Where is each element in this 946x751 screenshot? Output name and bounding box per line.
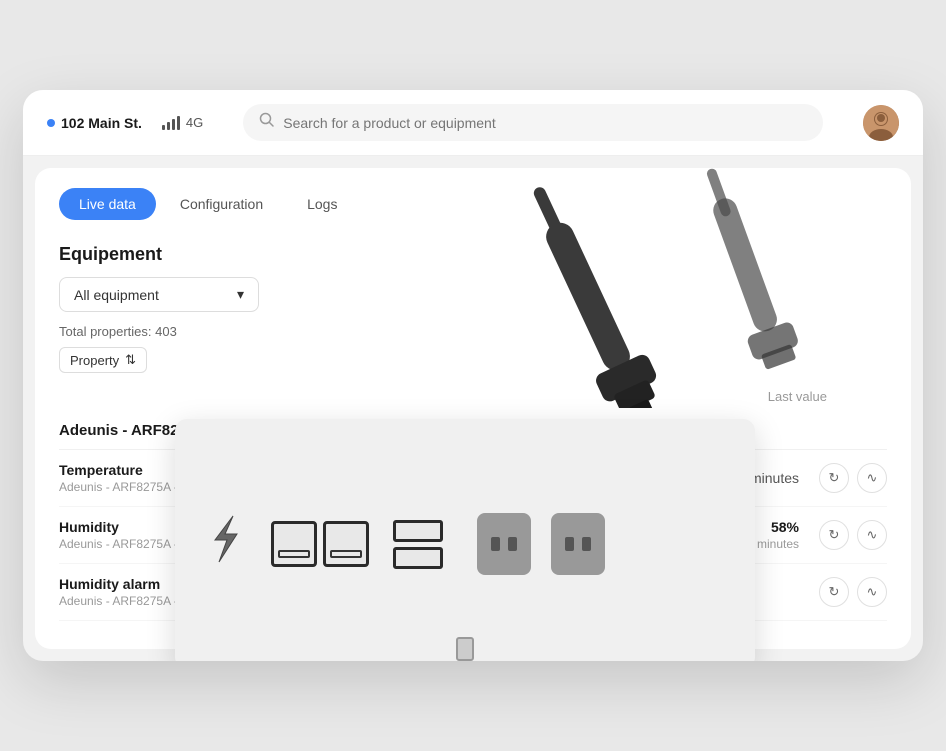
tabs-container: Live data Configuration Logs — [59, 188, 887, 220]
ethernet-ports — [271, 521, 369, 567]
total-properties: Total properties: 403 — [59, 324, 887, 339]
outlet-1-holes — [491, 537, 517, 551]
chart-icon: ∿ — [867, 470, 878, 486]
main-content: Live data Configuration Logs Equipement … — [35, 168, 911, 649]
temperature-actions: ↻ ∿ — [819, 463, 887, 493]
chart-icon: ∿ — [867, 584, 878, 600]
outlet-hole — [582, 537, 591, 551]
humidity-actions: ↻ ∿ — [819, 520, 887, 550]
refresh-icon: ↻ — [829, 470, 840, 486]
outlet-2 — [551, 513, 605, 575]
signal-bar-4 — [177, 116, 180, 130]
signal-bar-2 — [167, 122, 170, 130]
search-bar[interactable] — [243, 104, 823, 141]
search-input[interactable] — [283, 115, 807, 131]
signal-bar-3 — [172, 119, 175, 130]
header: 102 Main St. 4G — [23, 90, 923, 156]
location-text: 102 Main St. — [61, 115, 142, 131]
avatar[interactable] — [863, 105, 899, 141]
outlet-hole — [508, 537, 517, 551]
tab-logs[interactable]: Logs — [287, 188, 357, 220]
chevron-down-icon: ▾ — [237, 286, 244, 303]
app-container: 102 Main St. 4G — [23, 90, 923, 661]
outlet-hole — [491, 537, 500, 551]
table-header: Last value — [59, 389, 887, 412]
mini-usb-connector — [456, 637, 474, 661]
location-dot — [47, 119, 55, 127]
usb-port-1 — [393, 520, 443, 542]
chart-icon: ∿ — [867, 527, 878, 543]
outlet-2-holes — [565, 537, 591, 551]
last-value-header: Last value — [768, 389, 827, 404]
refresh-icon: ↻ — [829, 527, 840, 543]
location-badge[interactable]: 102 Main St. — [47, 115, 142, 131]
humidity-chart-button[interactable]: ∿ — [857, 520, 887, 550]
filter-arrows-icon: ⇅ — [125, 352, 136, 368]
refresh-icon: ↻ — [829, 584, 840, 600]
humidity-alarm-refresh-button[interactable]: ↻ — [819, 577, 849, 607]
search-icon — [259, 112, 275, 133]
signal-text: 4G — [186, 115, 203, 130]
outlet-1 — [477, 513, 531, 575]
humidity-alarm-chart-button[interactable]: ∿ — [857, 577, 887, 607]
outlet-hole — [565, 537, 574, 551]
ethernet-port-1 — [271, 521, 317, 567]
usb-port-2 — [393, 547, 443, 569]
ethernet-clip-2 — [330, 550, 362, 558]
signal-badge: 4G — [162, 115, 203, 130]
equipment-select[interactable]: All equipment ▾ — [59, 277, 259, 312]
temperature-chart-button[interactable]: ∿ — [857, 463, 887, 493]
property-filter[interactable]: Property ⇅ — [59, 347, 147, 373]
tab-configuration[interactable]: Configuration — [160, 188, 283, 220]
equipment-select-label: All equipment — [74, 287, 159, 303]
ethernet-port-2 — [323, 521, 369, 567]
ethernet-clip — [278, 550, 310, 558]
humidity-alarm-actions: ↻ ∿ — [819, 577, 887, 607]
temperature-refresh-button[interactable]: ↻ — [819, 463, 849, 493]
signal-bar-1 — [162, 125, 165, 130]
filter-label: Property — [70, 353, 119, 368]
section-title: Equipement — [59, 244, 887, 265]
tab-live-data[interactable]: Live data — [59, 188, 156, 220]
bolt-icon — [205, 514, 247, 574]
power-outlets — [477, 513, 605, 575]
humidity-refresh-button[interactable]: ↻ — [819, 520, 849, 550]
usb-ports — [393, 520, 443, 569]
signal-bars-icon — [162, 116, 180, 130]
powerstrip-image — [175, 419, 755, 661]
